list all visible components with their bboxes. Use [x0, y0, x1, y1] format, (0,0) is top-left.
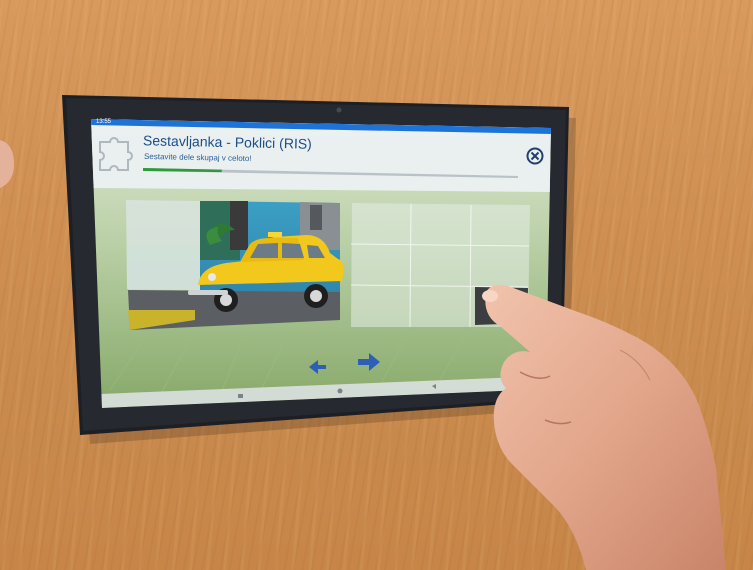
wooden-wall — [0, 0, 753, 570]
photo-scene: 13:55 Sestavljanka - Poklici (RIS) Sesta… — [0, 0, 753, 570]
